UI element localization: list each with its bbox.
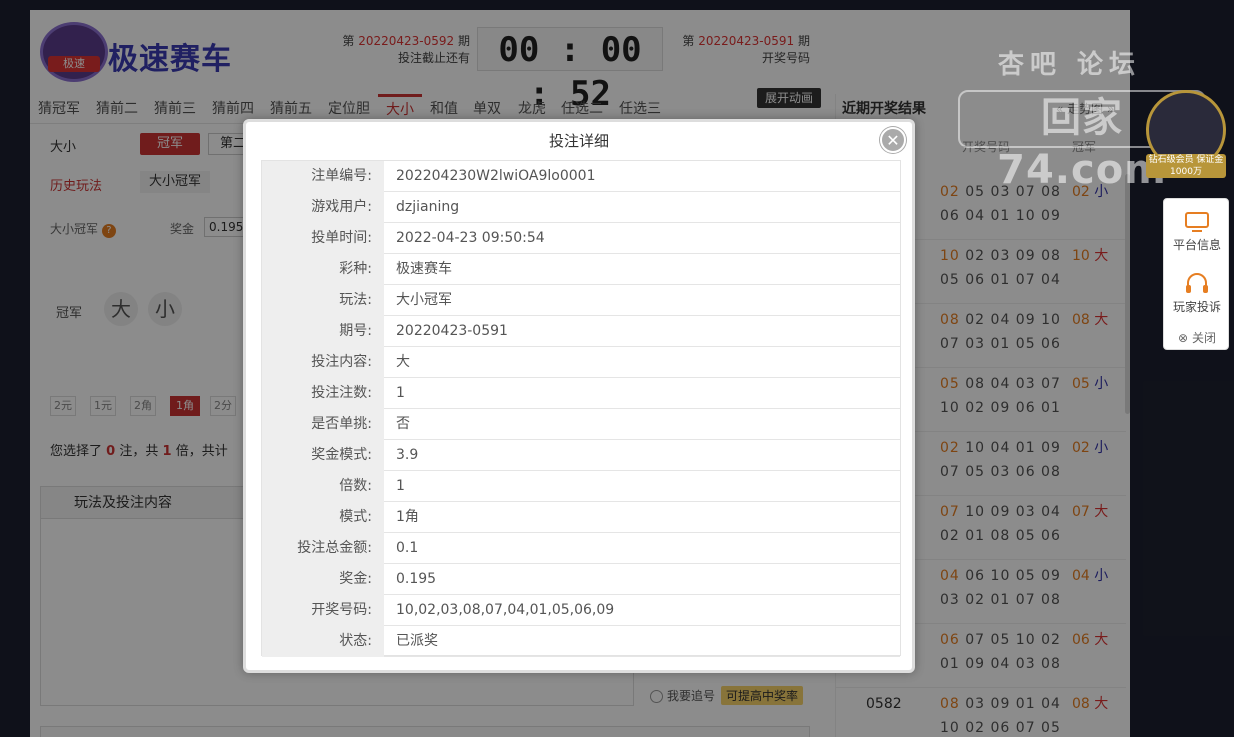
detail-row: 开奖号码: 10,02,03,08,07,04,01,05,06,09 <box>262 595 900 626</box>
detail-value: 20220423-0591 <box>396 323 508 339</box>
monitor-icon <box>1185 212 1209 232</box>
detail-key: 彩种: <box>262 254 384 285</box>
detail-value: 202204230W2lwiOA9lo0001 <box>396 168 596 184</box>
detail-key: 期号: <box>262 316 384 347</box>
watermark-text: 杏吧 论坛 <box>998 50 1142 80</box>
platform-info-label: 平台信息 <box>1172 238 1221 252</box>
platform-info-button[interactable]: 平台信息 <box>1164 211 1230 253</box>
detail-value: 大小冠军 <box>396 292 452 308</box>
detail-key: 模式: <box>262 502 384 533</box>
detail-key: 玩法: <box>262 285 384 316</box>
detail-row: 是否单挑: 否 <box>262 409 900 440</box>
close-icon[interactable]: ✕ <box>880 127 906 153</box>
detail-row: 投注注数: 1 <box>262 378 900 409</box>
headset-icon <box>1186 273 1208 293</box>
detail-value: 0.195 <box>396 571 437 587</box>
detail-row: 倍数: 1 <box>262 471 900 502</box>
detail-key: 投单时间: <box>262 223 384 254</box>
modal-title: 投注详细 <box>548 132 609 150</box>
detail-row: 状态: 已派奖 <box>262 626 900 657</box>
side-close-label: 关闭 <box>1191 331 1216 345</box>
detail-row: 投注总金额: 0.1 <box>262 533 900 564</box>
detail-row: 投单时间: 2022-04-23 09:50:54 <box>262 223 900 254</box>
detail-row: 奖金模式: 3.9 <box>262 440 900 471</box>
close-circle-icon: ⊗ <box>1178 331 1189 345</box>
detail-key: 游戏用户: <box>262 192 384 223</box>
detail-value: 1 <box>396 385 405 401</box>
detail-value: 极速赛车 <box>396 261 452 277</box>
detail-key: 是否单挑: <box>262 409 384 440</box>
detail-value: 1 <box>396 478 405 494</box>
detail-key: 投注注数: <box>262 378 384 409</box>
detail-key: 倍数: <box>262 471 384 502</box>
detail-row: 玩法: 大小冠军 <box>262 285 900 316</box>
detail-value: 2022-04-23 09:50:54 <box>396 230 545 246</box>
detail-value: dzjianing <box>396 199 460 215</box>
bet-detail-modal: 投注详细 ✕ 注单编号: 202204230W2lwiOA9lo0001 游戏用户:… <box>243 119 915 673</box>
complaint-button[interactable]: 玩家投诉 <box>1164 273 1230 315</box>
side-service-panel: 平台信息 玩家投诉 ⊗ 关闭 <box>1163 198 1229 350</box>
detail-key: 奖金: <box>262 564 384 595</box>
detail-row: 游戏用户: dzjianing <box>262 192 900 223</box>
detail-row: 期号: 20220423-0591 <box>262 316 900 347</box>
detail-row: 投注内容: 大 <box>262 347 900 378</box>
member-badge: 钻石级会员 保证金 1000万 <box>1146 90 1226 186</box>
side-close-button[interactable]: ⊗ 关闭 <box>1164 329 1230 346</box>
detail-row: 奖金: 0.195 <box>262 564 900 595</box>
detail-value: 3.9 <box>396 447 419 463</box>
detail-row: 模式: 1角 <box>262 502 900 533</box>
detail-value: 0.1 <box>396 540 419 556</box>
bet-detail-table: 注单编号: 202204230W2lwiOA9lo0001 游戏用户: dzjiani… <box>261 160 901 657</box>
detail-key: 开奖号码: <box>262 595 384 626</box>
detail-row: 注单编号: 202204230W2lwiOA9lo0001 <box>262 161 900 192</box>
detail-key: 投注总金额: <box>262 533 384 564</box>
detail-value: 10,02,03,08,07,04,01,05,06,09 <box>396 602 615 618</box>
detail-value: 已派奖 <box>396 633 438 649</box>
detail-key: 投注内容: <box>262 347 384 378</box>
detail-key: 奖金模式: <box>262 440 384 471</box>
detail-value: 1角 <box>396 509 419 525</box>
member-badge-text: 钻石级会员 保证金 1000万 <box>1146 154 1226 178</box>
complaint-label: 玩家投诉 <box>1172 300 1221 314</box>
detail-row: 彩种: 极速赛车 <box>262 254 900 285</box>
detail-key: 状态: <box>262 626 384 657</box>
detail-value: 大 <box>396 354 410 370</box>
detail-value: 否 <box>396 416 410 432</box>
detail-key: 注单编号: <box>262 161 384 192</box>
